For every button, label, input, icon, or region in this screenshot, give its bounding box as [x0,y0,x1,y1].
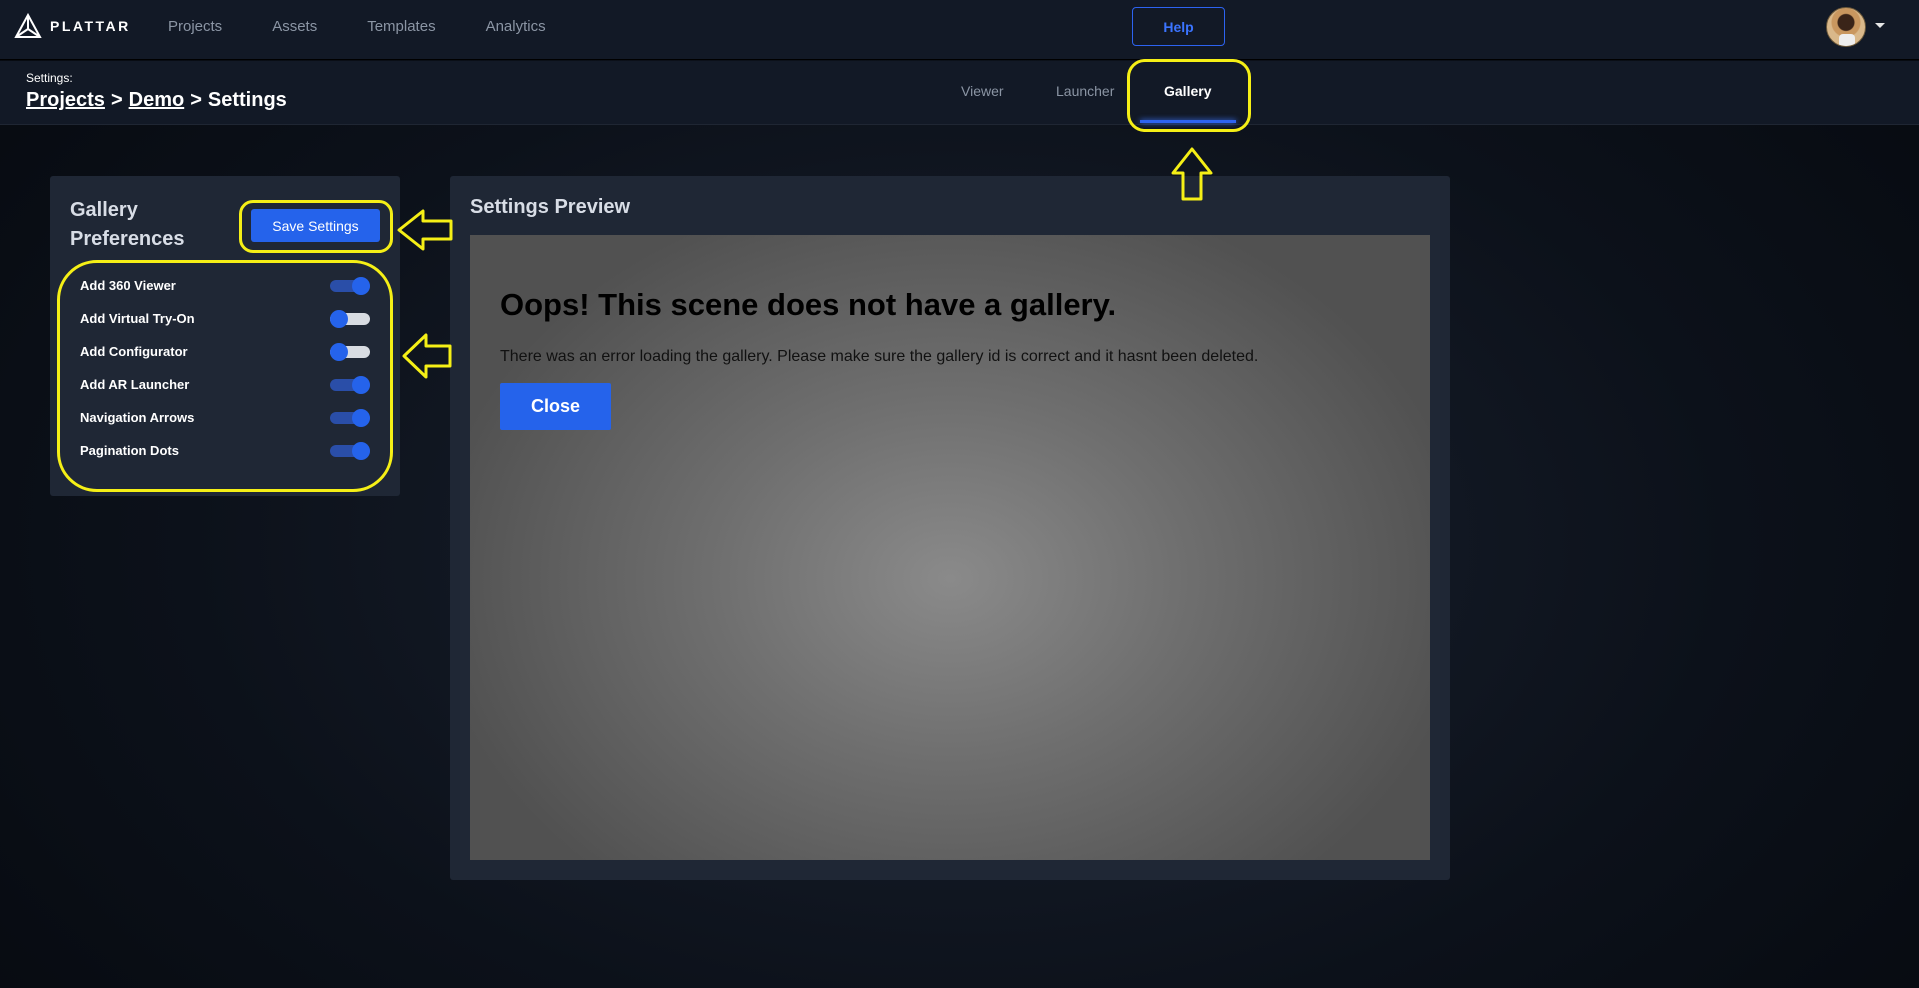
nav-templates[interactable]: Templates [367,18,435,35]
settings-preview-panel: Settings Preview Oops! This scene does n… [450,176,1450,880]
pref-label: Navigation Arrows [80,410,195,425]
toggle-switch[interactable] [330,409,370,427]
active-tab-indicator [1140,120,1236,123]
toggle-switch[interactable] [330,343,370,361]
chevron-down-icon[interactable] [1875,23,1885,28]
avatar[interactable] [1826,7,1866,47]
plattar-logo[interactable]: PLATTAR [14,13,131,39]
nav-analytics[interactable]: Analytics [486,18,546,35]
error-title: Oops! This scene does not have a gallery… [500,287,1117,322]
left-arrow-icon [397,209,453,251]
nav-assets[interactable]: Assets [272,18,317,35]
pref-label: Add Configurator [80,344,188,359]
preview-viewport: Oops! This scene does not have a gallery… [470,235,1430,860]
pref-add-configurator: Add Configurator [80,340,380,364]
preview-title: Settings Preview [470,196,631,218]
plattar-logo-icon [14,13,42,38]
pref-label: Add AR Launcher [80,377,190,392]
brand-name: PLATTAR [50,18,131,34]
pref-label: Add 360 Viewer [80,278,176,293]
settings-header: Settings: Projects > Demo > Settings Viewer … [0,61,1919,125]
help-button[interactable]: Help [1132,7,1225,46]
tab-launcher[interactable]: Launcher [1056,83,1114,99]
close-button[interactable]: Close [500,383,611,430]
breadcrumb-current: Settings [207,89,287,111]
left-arrow-icon [402,333,452,379]
toggle-switch[interactable] [330,310,370,328]
pref-pagination-dots: Pagination Dots [80,439,380,463]
error-message: There was an error loading the gallery. … [500,348,1259,365]
panel-title: Gallery Preferences [70,199,185,250]
breadcrumb-separator: > [110,89,123,111]
settings-caption: Settings: [26,71,73,85]
gallery-preferences-panel: Gallery Preferences Save Settings Add 36… [50,176,400,496]
nav-projects[interactable]: Projects [168,18,222,35]
toggle-switch[interactable] [330,376,370,394]
breadcrumb-demo[interactable]: Demo [129,89,185,111]
top-nav-bar: PLATTAR Projects Assets Templates Analyt… [0,0,1919,60]
breadcrumb-separator: > [190,89,202,111]
breadcrumb: Projects > Demo > Settings [26,89,287,112]
main-nav: Projects Assets Templates Analytics [168,18,546,35]
toggle-switch[interactable] [330,442,370,460]
save-settings-button[interactable]: Save Settings [251,209,380,242]
pref-add-ar-launcher: Add AR Launcher [80,373,380,397]
pref-add-virtual-try-on: Add Virtual Try-On [80,307,380,331]
pref-add-360-viewer: Add 360 Viewer [80,274,380,298]
toggle-switch[interactable] [330,277,370,295]
pref-label: Pagination Dots [80,443,179,458]
pref-navigation-arrows: Navigation Arrows [80,406,380,430]
breadcrumb-projects[interactable]: Projects [26,89,105,111]
tab-gallery[interactable]: Gallery [1164,83,1211,99]
tab-viewer[interactable]: Viewer [961,83,1004,99]
pref-label: Add Virtual Try-On [80,311,195,326]
